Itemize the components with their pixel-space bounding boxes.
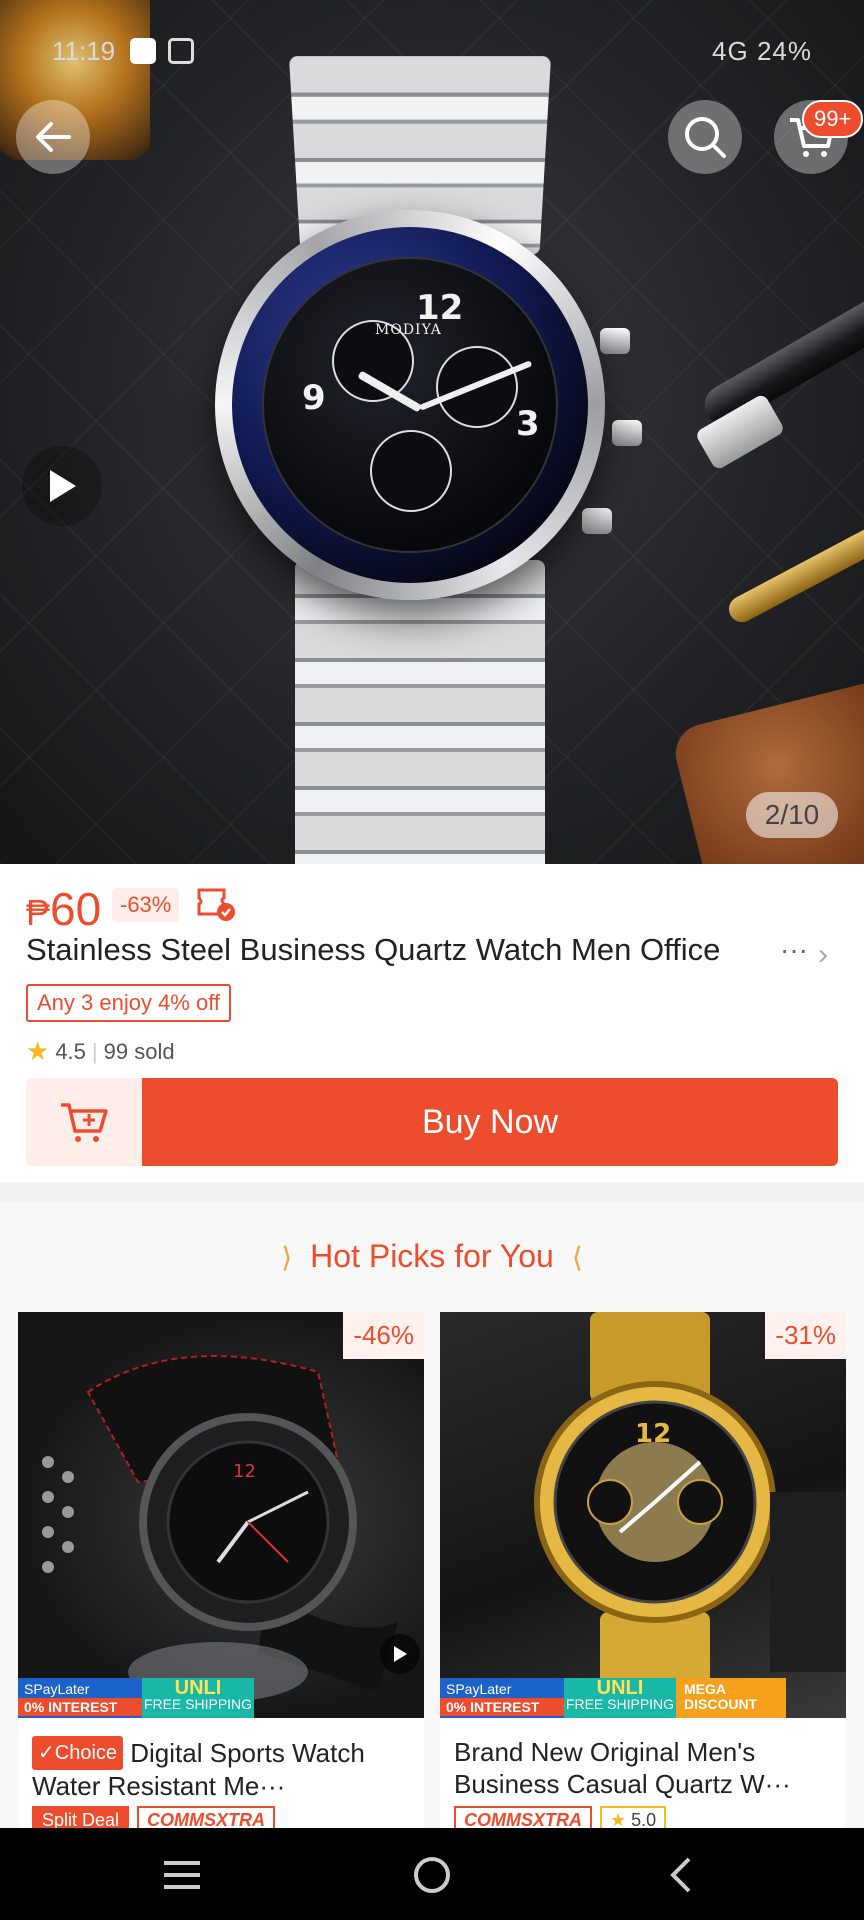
play-video-button[interactable] <box>22 446 102 526</box>
mega-discount-badge: MEGA DISCOUNT <box>676 1678 786 1718</box>
arrow-left-icon <box>36 122 71 152</box>
title-ellipsis: ··· <box>780 934 808 965</box>
spaylater-label: SPayLater <box>24 1681 90 1697</box>
divider: | <box>91 1038 98 1064</box>
card-discount-badge: -46% <box>343 1312 424 1359</box>
watch-numeral-3: 3 <box>516 404 540 444</box>
star-icon: ★ <box>26 1036 50 1066</box>
image-counter: 2/10 <box>746 792 838 838</box>
watch-pusher <box>612 420 642 446</box>
add-to-cart-button[interactable] <box>26 1078 142 1166</box>
product-card-image: 12 <box>18 1312 424 1718</box>
system-nav-bar <box>0 1828 864 1920</box>
back-icon <box>670 1857 691 1893</box>
background-pen <box>697 267 864 433</box>
product-card-name: ✓Choice Digital Sports Watch Water Resis… <box>32 1736 412 1802</box>
unli-label: UNLI <box>596 1677 644 1699</box>
unli-shipping-badge: UNLI FREE SHIPPING <box>564 1678 676 1718</box>
watch-brand-text: MODIYA <box>375 322 442 338</box>
price-currency: ₱ <box>26 892 51 933</box>
add-cart-icon <box>61 1103 108 1142</box>
spaylater-label: SPayLater <box>446 1681 512 1697</box>
gold-watch-image: 12 <box>534 1312 846 1718</box>
menu-button[interactable] <box>152 1850 212 1900</box>
free-shipping-label: FREE SHIPPING <box>143 1696 253 1712</box>
nav-back-button[interactable] <box>650 1850 710 1900</box>
search-icon <box>685 117 726 158</box>
product-card[interactable]: 12 -46% SPayLater 0% INTEREST UNLI FREE SH… <box>18 1312 424 1832</box>
home-icon <box>414 1857 450 1893</box>
unli-shipping-badge: UNLI FREE SHIPPING <box>142 1678 254 1718</box>
product-image-gallery[interactable]: 12 9 3 MODIYA 11:19 4G 24% 99+ 2/10 <box>0 0 864 864</box>
product-info-section: ₱60 -63% Stainless Steel Business Quartz… <box>0 864 864 1182</box>
product-card-title: Brand New Original Men's Business Casual… <box>454 1737 791 1799</box>
svg-text:12: 12 <box>233 1461 256 1482</box>
rating-value: 4.5 <box>55 1038 86 1064</box>
watch-subdial <box>370 430 452 512</box>
choice-badge: ✓Choice <box>32 1736 124 1770</box>
play-icon[interactable] <box>380 1634 420 1674</box>
chevron-right-icon[interactable]: › <box>818 938 828 972</box>
interest-label: 0% INTEREST <box>18 1698 142 1716</box>
watch-strap-bottom <box>295 560 545 864</box>
home-button[interactable] <box>402 1850 462 1900</box>
hot-picks-section: ⟩ Hot Picks for You ⟨ 12 -46% SPayLater 0% … <box>0 1202 864 1832</box>
app-notification-icon <box>130 38 156 64</box>
svg-text:12: 12 <box>635 1419 671 1449</box>
hot-picks-title: Hot Picks for You <box>310 1238 554 1274</box>
product-card-image: 12 <box>440 1312 846 1718</box>
product-card[interactable]: 12 -31% SPayLater 0% INTEREST UNLI FREE SH… <box>440 1312 846 1832</box>
calendar-icon <box>168 38 194 64</box>
unli-label: UNLI <box>174 1677 222 1699</box>
rating-tag-value: 5.0 <box>631 1810 657 1830</box>
product-title[interactable]: Stainless Steel Business Quartz Watch Me… <box>26 932 816 968</box>
hot-picks-header: ⟩ Hot Picks for You ⟨ <box>0 1238 864 1275</box>
sparkle-icon: ⟩ <box>281 1242 293 1273</box>
watch-crown <box>600 328 630 354</box>
background-pen-nib <box>724 519 864 627</box>
voucher-icon[interactable] <box>196 886 236 922</box>
spaylater-badge: SPayLater 0% INTEREST <box>440 1678 564 1718</box>
menu-icon <box>164 1861 200 1889</box>
interest-label: 0% INTEREST <box>440 1698 564 1716</box>
buy-now-button[interactable]: Buy Now <box>142 1078 838 1166</box>
card-discount-badge: -31% <box>765 1312 846 1359</box>
status-bar: 11:19 4G 24% <box>0 0 864 100</box>
spaylater-badge: SPayLater 0% INTEREST <box>18 1678 142 1718</box>
price-value: 60 <box>50 883 102 935</box>
search-button[interactable] <box>668 100 742 174</box>
rating-row: ★ 4.5 | 99 sold <box>26 1036 175 1067</box>
back-button[interactable] <box>16 100 90 174</box>
free-shipping-label: FREE SHIPPING <box>565 1696 675 1712</box>
bundle-promo-tag[interactable]: Any 3 enjoy 4% off <box>26 984 232 1022</box>
status-right-text: 4G 24% <box>712 36 812 66</box>
watch-numeral-9: 9 <box>302 378 326 418</box>
promo-strip: SPayLater 0% INTEREST UNLI FREE SHIPPING M… <box>440 1678 846 1718</box>
star-icon: ★ <box>610 1810 627 1830</box>
cart-badge: 99+ <box>802 100 864 138</box>
discount-badge: -63% <box>112 888 180 922</box>
play-icon <box>50 470 76 502</box>
promo-strip: SPayLater 0% INTEREST UNLI FREE SHIPPING <box>18 1678 424 1718</box>
sold-count: 99 sold <box>103 1038 175 1064</box>
sparkle-icon: ⟨ <box>571 1242 583 1273</box>
sport-watch-image: 12 <box>42 1355 398 1702</box>
product-price: ₱60 <box>26 882 101 936</box>
watch-pusher <box>582 508 612 534</box>
status-time: 11:19 <box>52 36 116 66</box>
